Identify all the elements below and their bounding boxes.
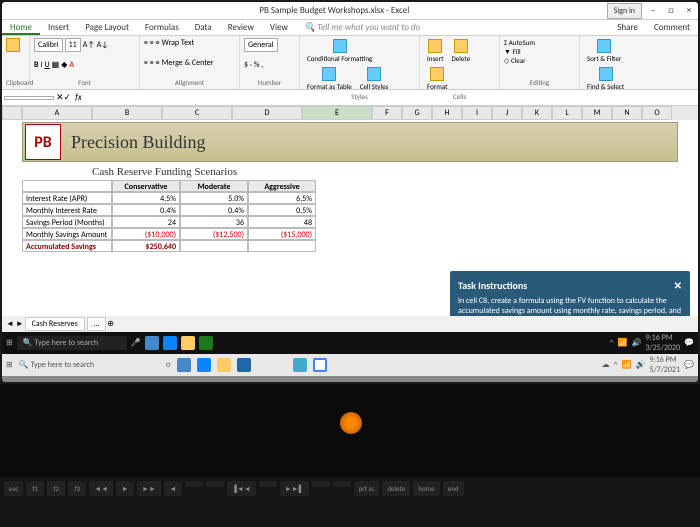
fontsize-select[interactable]: 11 — [65, 38, 81, 52]
company-logo: PB — [25, 124, 61, 160]
tab-view[interactable]: View — [262, 20, 296, 35]
volume-icon[interactable]: 🔊 — [636, 360, 646, 370]
mic-icon[interactable]: 🎤 — [131, 338, 141, 348]
tab-home[interactable]: Home — [2, 20, 40, 35]
title-bar: PB Sample Budget Workshops.xlsx - Excel … — [2, 2, 698, 20]
section-title: Cash Reserve Funding Scenarios — [92, 166, 698, 178]
chrome-icon[interactable] — [313, 358, 327, 372]
fill-color-icon[interactable]: ◆ — [61, 60, 67, 70]
font-color-icon[interactable]: A — [69, 60, 74, 70]
share-button[interactable]: Share — [609, 20, 646, 35]
wifi-icon[interactable]: 📶 — [618, 338, 628, 348]
laptop-sticker — [340, 412, 362, 434]
sheet-tabs: ◄ ► Cash Reserves … ⊕ — [2, 316, 698, 332]
number-buttons[interactable]: $ · % , — [244, 60, 295, 70]
ribbon-tabs: Home Insert Page Layout Formulas Data Re… — [2, 20, 698, 36]
underline-button[interactable]: U — [45, 60, 50, 70]
scenarios-table[interactable]: Conservative Moderate Aggressive Interes… — [22, 180, 698, 252]
signin-button[interactable]: Sign in — [607, 3, 642, 19]
enter-icon[interactable]: ✓ — [64, 92, 72, 103]
comment-button[interactable]: Comment — [646, 20, 698, 35]
task-title: Task Instructions — [458, 279, 527, 292]
sheet-tab-more[interactable]: … — [87, 317, 107, 331]
excel-icon[interactable] — [199, 336, 213, 350]
fx-icon[interactable]: fx — [71, 92, 86, 103]
italic-button[interactable]: I — [40, 60, 42, 70]
worksheet[interactable]: ABCD EFG HIJ KLM NO PB Precision Buildin… — [2, 106, 698, 316]
new-sheet-icon[interactable]: ⊕ — [107, 319, 114, 329]
cortana-icon[interactable]: ○ — [166, 360, 170, 370]
edge-icon[interactable] — [163, 336, 177, 350]
tab-pagelayout[interactable]: Page Layout — [77, 20, 137, 35]
format-cells[interactable]: Format — [424, 66, 450, 92]
increase-font-icon[interactable]: A↑ — [83, 40, 95, 50]
maximize-button[interactable]: □ — [662, 5, 680, 16]
font-select[interactable]: Calibri — [34, 38, 63, 52]
cancel-icon[interactable]: ✕ — [56, 92, 64, 103]
taskview-icon[interactable] — [177, 358, 191, 372]
sort-filter[interactable]: Sort & Filter — [584, 38, 624, 64]
paste-icon[interactable] — [6, 38, 20, 52]
volume-icon[interactable]: 🔊 — [632, 338, 642, 348]
wrap-text[interactable]: Wrap Text — [162, 38, 195, 48]
ribbon: Clipboard Calibri 11 A↑ A↓ B I U ▦ ◆ A F… — [2, 36, 698, 90]
search-input: 🔍 Type here to search — [17, 336, 127, 350]
sheet-tab[interactable]: Cash Reserves — [25, 317, 85, 331]
tray-up-icon[interactable]: ^ — [614, 360, 618, 370]
task-body: In cell C8, create a formula using the F… — [458, 296, 682, 316]
explorer-icon[interactable] — [181, 336, 195, 350]
merge-center[interactable]: Merge & Center — [162, 58, 214, 68]
bold-button[interactable]: B — [34, 60, 38, 70]
inner-taskbar: ⊞ 🔍 Type here to search 🎤 ^ 📶 🔊 9:16 PM3… — [2, 332, 698, 354]
company-name: Precision Building — [71, 132, 206, 153]
number-format[interactable]: General — [244, 38, 278, 52]
app-icon[interactable] — [293, 358, 307, 372]
sheet-nav[interactable]: ◄ ► — [6, 319, 24, 329]
notification-icon[interactable]: 💬 — [684, 360, 694, 370]
clock[interactable]: 9:16 PM5/7/2021 — [650, 355, 681, 375]
format-as-table[interactable]: Format as Table — [304, 66, 355, 92]
delete-cells[interactable]: Delete — [448, 38, 473, 64]
company-banner: PB Precision Building — [22, 122, 678, 162]
tab-review[interactable]: Review — [220, 20, 262, 35]
explorer-icon[interactable] — [217, 358, 231, 372]
minimize-button[interactable]: – — [644, 5, 662, 16]
wifi-icon[interactable]: 📶 — [622, 360, 632, 370]
edge-icon[interactable] — [197, 358, 211, 372]
start-icon[interactable]: ⊞ — [6, 338, 13, 348]
tray-up-icon[interactable]: ^ — [610, 338, 614, 348]
conditional-formatting[interactable]: Conditional Formatting — [304, 38, 375, 64]
task-close-icon[interactable]: ✕ — [674, 279, 682, 292]
outer-taskbar: ⊞ 🔍 Type here to search ○ ☁ ^ 📶 🔊 9:16 P… — [2, 354, 698, 376]
cell-styles[interactable]: Cell Styles — [357, 66, 392, 92]
name-box[interactable] — [4, 96, 54, 100]
store-icon[interactable] — [237, 358, 251, 372]
fill[interactable]: ▼ Fill — [504, 47, 575, 56]
notification-icon[interactable]: 💬 — [684, 338, 694, 348]
border-icon[interactable]: ▦ — [52, 60, 60, 70]
tab-insert[interactable]: Insert — [40, 20, 77, 35]
search-input[interactable]: 🔍 Type here to search — [19, 360, 94, 370]
start-icon[interactable]: ⊞ — [6, 360, 13, 370]
tab-formulas[interactable]: Formulas — [137, 20, 187, 35]
taskview-icon[interactable] — [145, 336, 159, 350]
insert-cells[interactable]: Insert — [424, 38, 446, 64]
tab-data[interactable]: Data — [187, 20, 220, 35]
window-title: PB Sample Budget Workshops.xlsx - Excel — [62, 5, 607, 16]
tell-me[interactable]: 🔍 Tell me what you want to do — [296, 20, 428, 35]
onedrive-icon[interactable]: ☁ — [602, 360, 610, 370]
close-button[interactable]: × — [680, 5, 698, 16]
autosum[interactable]: Σ AutoSum — [504, 38, 575, 47]
clock[interactable]: 9:16 PM3/25/2020 — [645, 333, 680, 353]
column-headers: ABCD EFG HIJ KLM NO — [2, 106, 698, 120]
decrease-font-icon[interactable]: A↓ — [97, 40, 109, 50]
task-instructions-panel: Task Instructions ✕ In cell C8, create a … — [450, 271, 690, 316]
find-select[interactable]: Find & Select — [584, 66, 627, 92]
clear[interactable]: ◇ Clear — [504, 56, 575, 65]
keyboard: escf1f2 f3◄◄► ►►◄ ▐◄◄ ►►▌ prt scdeleteho… — [0, 477, 700, 527]
